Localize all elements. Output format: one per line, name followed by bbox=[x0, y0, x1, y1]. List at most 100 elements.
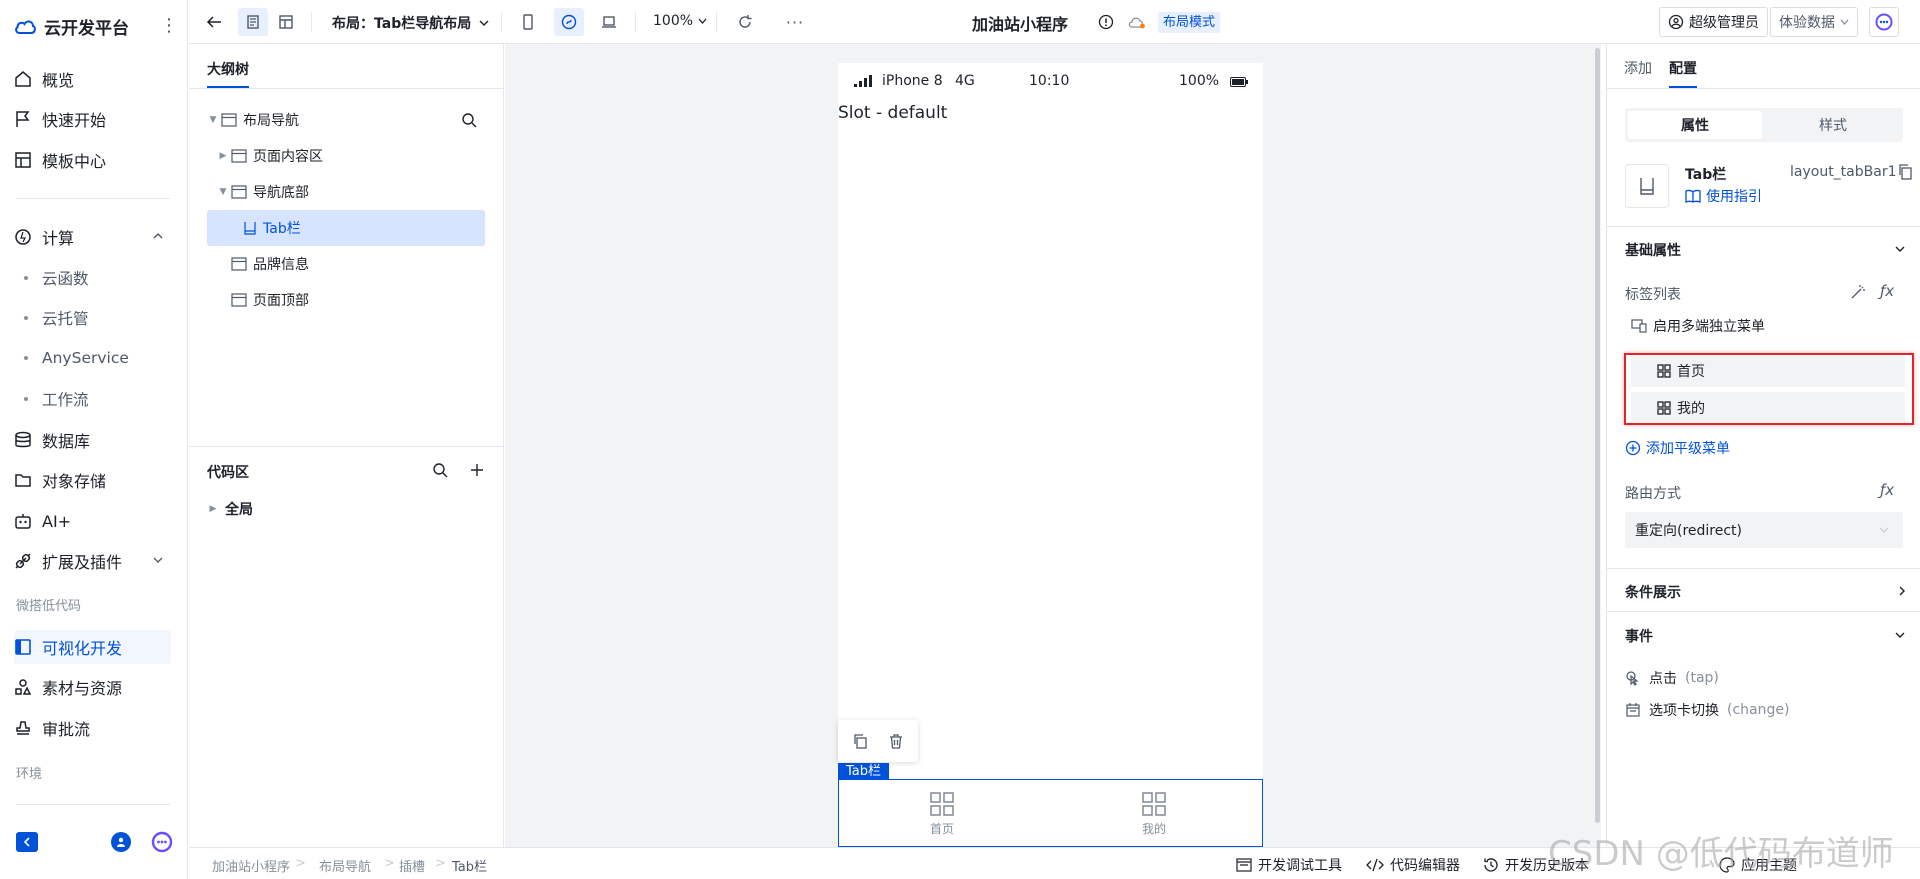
user-avatar-icon[interactable] bbox=[111, 832, 131, 852]
more-vertical-icon[interactable]: ⋮ bbox=[160, 17, 178, 35]
admin-button[interactable]: 超级管理员 bbox=[1659, 7, 1768, 37]
nav-any-service[interactable]: AnyService bbox=[14, 341, 172, 375]
layout-view-button[interactable] bbox=[271, 8, 301, 36]
nav-ai-plus[interactable]: AI+ bbox=[14, 504, 172, 538]
section-conditional[interactable]: 条件展示 bbox=[1625, 582, 1681, 602]
add-sibling-menu-button[interactable]: 添加平级菜单 bbox=[1625, 438, 1730, 458]
search-icon[interactable] bbox=[432, 462, 448, 478]
chevron-down-icon[interactable] bbox=[1894, 631, 1906, 639]
battery-icon bbox=[1230, 77, 1248, 87]
scrollbar-thumb[interactable] bbox=[1595, 48, 1600, 823]
fx-icon[interactable]: ƒx bbox=[1880, 481, 1894, 499]
back-button[interactable] bbox=[199, 8, 229, 36]
magic-wand-icon[interactable] bbox=[1850, 284, 1866, 300]
nav-visual-dev[interactable]: 可视化开发 bbox=[14, 630, 171, 664]
segment-props[interactable]: 属性 bbox=[1628, 111, 1762, 139]
add-menu-label: 添加平级菜单 bbox=[1646, 441, 1730, 457]
tab-outline-tree[interactable]: 大纲树 bbox=[207, 59, 249, 79]
nav-workflow[interactable]: 工作流 bbox=[14, 382, 172, 416]
refresh-button[interactable] bbox=[730, 8, 760, 36]
debug-tool-label: 开发调试工具 bbox=[1258, 858, 1342, 874]
tree-node-nav-bottom[interactable]: ▼ 导航底部 bbox=[207, 174, 485, 210]
nav-compute[interactable]: 计算 bbox=[14, 220, 172, 254]
tree-node-brand-info[interactable]: 品牌信息 bbox=[207, 246, 485, 282]
chevron-right-icon[interactable] bbox=[1898, 585, 1906, 597]
event-code: (tap) bbox=[1685, 670, 1719, 686]
tree-label: 页面内容区 bbox=[253, 149, 323, 165]
nav-approval[interactable]: 审批流 bbox=[14, 711, 172, 745]
more-horizontal-icon[interactable]: ··· bbox=[780, 8, 810, 36]
copy-icon[interactable] bbox=[1898, 164, 1912, 180]
nav-label: 可视化开发 bbox=[42, 639, 123, 658]
collapse-sidebar-button[interactable] bbox=[16, 832, 38, 852]
miniprogram-preview-button[interactable] bbox=[554, 8, 584, 36]
caret-right-icon: ▶ bbox=[209, 504, 217, 514]
breadcrumb-item[interactable]: 加油站小程序 bbox=[212, 856, 290, 875]
props-style-switch: 属性 样式 bbox=[1625, 108, 1903, 142]
tab-add[interactable]: 添加 bbox=[1624, 58, 1652, 78]
tree-node-layout-nav[interactable]: ▼ 布局导航 bbox=[207, 102, 485, 138]
breadcrumb-item[interactable]: 插槽 bbox=[399, 856, 425, 875]
nav-label: 审批流 bbox=[42, 720, 91, 739]
tab-config[interactable]: 配置 bbox=[1669, 58, 1697, 78]
container-icon bbox=[231, 185, 247, 199]
nav-overview[interactable]: 概览 bbox=[14, 62, 172, 96]
ai-assistant-button[interactable] bbox=[1869, 7, 1899, 37]
search-icon[interactable] bbox=[461, 112, 477, 128]
toolbar-separator bbox=[716, 12, 717, 32]
divider bbox=[1607, 88, 1920, 89]
event-change[interactable]: 选项卡切换 (change) bbox=[1625, 700, 1789, 720]
ai-assistant-icon[interactable] bbox=[150, 831, 174, 853]
brand[interactable]: 云开发平台 bbox=[14, 14, 129, 39]
nav-database[interactable]: 数据库 bbox=[14, 423, 172, 457]
nav-quickstart[interactable]: 快速开始 bbox=[14, 102, 172, 136]
nav-section-env: 环境 bbox=[16, 767, 43, 782]
desktop-preview-button[interactable] bbox=[594, 8, 624, 36]
canvas-scrollbar[interactable] bbox=[1593, 44, 1601, 847]
info-icon[interactable] bbox=[1098, 14, 1114, 30]
code-editor-label: 代码编辑器 bbox=[1390, 858, 1460, 874]
section-events[interactable]: 事件 bbox=[1625, 626, 1653, 646]
plus-icon[interactable] bbox=[470, 463, 484, 477]
component-thumbnail bbox=[1625, 164, 1669, 208]
chevron-down-icon[interactable] bbox=[1894, 245, 1906, 253]
tree-node-tabbar[interactable]: Tab栏 bbox=[207, 210, 485, 246]
refresh-icon bbox=[739, 15, 752, 28]
nav-cloud-hosting[interactable]: 云托管 bbox=[14, 301, 172, 335]
section-basic-props[interactable]: 基础属性 bbox=[1625, 240, 1681, 260]
design-canvas[interactable]: iPhone 8 4G 10:10 100% Slot - default Ta… bbox=[505, 44, 1601, 847]
nav-cloud-functions[interactable]: 云函数 bbox=[14, 261, 172, 295]
nav-extensions[interactable]: 扩展及插件 bbox=[14, 544, 172, 578]
zoom-selector[interactable]: 100% bbox=[653, 13, 707, 29]
usage-guide-link[interactable]: 使用指引 bbox=[1685, 186, 1762, 206]
copy-icon[interactable] bbox=[852, 733, 868, 749]
route-mode-select[interactable]: 重定向(redirect) bbox=[1625, 512, 1903, 548]
segment-style[interactable]: 样式 bbox=[1766, 111, 1900, 139]
tab-item-home[interactable]: 首页 bbox=[912, 792, 972, 837]
mobile-preview-button[interactable] bbox=[513, 8, 543, 36]
debug-tool-button[interactable]: 开发调试工具 bbox=[1236, 855, 1342, 875]
nav-object-storage[interactable]: 对象存储 bbox=[14, 463, 172, 497]
breadcrumb-item[interactable]: 布局导航 bbox=[319, 856, 371, 875]
trash-icon[interactable] bbox=[888, 733, 904, 749]
nav-materials[interactable]: 素材与资源 bbox=[14, 670, 172, 704]
tabbar-component[interactable]: 首页 我的 bbox=[838, 779, 1263, 847]
nav-templates[interactable]: 模板中心 bbox=[14, 143, 172, 177]
tab-item-mine[interactable]: 我的 bbox=[1124, 792, 1184, 837]
zoom-value: 100% bbox=[653, 13, 694, 29]
fx-icon[interactable]: ƒx bbox=[1880, 282, 1894, 300]
config-panel: 添加 配置 属性 样式 Tab栏 layout_tabBar1 使用指引 基础属… bbox=[1606, 44, 1920, 847]
tree-node-global[interactable]: ▶ 全局 bbox=[207, 491, 485, 527]
code-editor-button[interactable]: 代码编辑器 bbox=[1366, 855, 1460, 875]
code-icon bbox=[1366, 858, 1384, 872]
phone-preview[interactable]: iPhone 8 4G 10:10 100% Slot - default Ta… bbox=[838, 63, 1263, 847]
page-view-button[interactable] bbox=[238, 8, 268, 36]
layout-selector[interactable]: 布局：Tab栏导航布局 bbox=[332, 13, 489, 33]
multi-menu-toggle[interactable]: 启用多端独立菜单 bbox=[1631, 316, 1765, 336]
tree-node-page-top[interactable]: 页面顶部 bbox=[207, 282, 485, 318]
event-tap[interactable]: 点击 (tap) bbox=[1625, 668, 1719, 688]
trial-data-button[interactable]: 体验数据 bbox=[1770, 7, 1858, 37]
ai-bot-icon bbox=[1875, 13, 1893, 31]
breadcrumb-item[interactable]: Tab栏 bbox=[452, 856, 487, 875]
tree-node-page-content[interactable]: ▶ 页面内容区 bbox=[207, 138, 485, 174]
